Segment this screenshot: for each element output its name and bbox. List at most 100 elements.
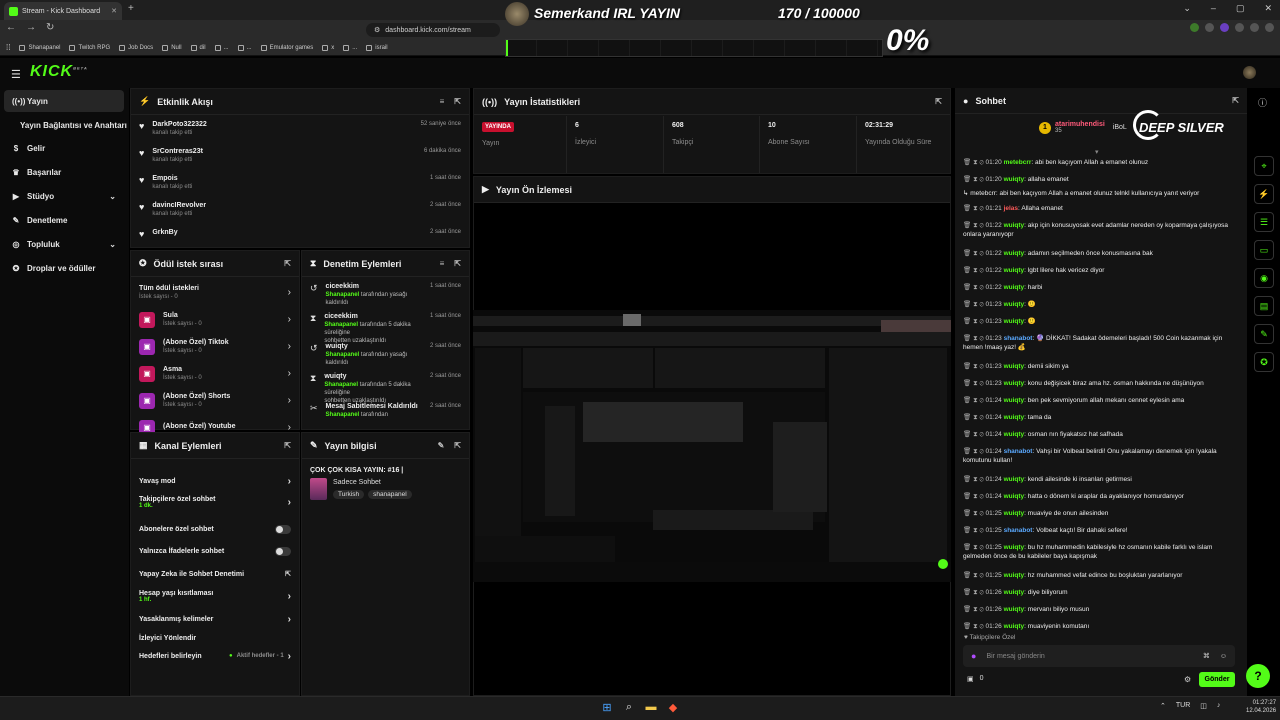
delete-icon[interactable]: 🗑 <box>963 572 973 579</box>
delete-icon[interactable]: 🗑 <box>963 159 973 166</box>
menu-icon[interactable] <box>1265 23 1274 32</box>
chat-username[interactable]: jelas <box>1004 205 1018 212</box>
close-tab-icon[interactable]: ✕ <box>111 7 117 15</box>
popout-icon[interactable]: ⇱ <box>284 259 291 268</box>
filter-icon[interactable]: ≡ <box>440 97 445 106</box>
kick-logo[interactable]: KICKBETA <box>30 63 88 81</box>
chat-username[interactable]: shanabot <box>1004 448 1033 455</box>
delete-icon[interactable]: 🗑 <box>963 205 973 212</box>
tag-chip[interactable]: shanapanel <box>368 490 412 499</box>
reward-item[interactable]: ▣ (Abone Özel) Tiktok İstek sayısı - 0 › <box>131 333 299 360</box>
chat-username[interactable]: wuiqty <box>1004 544 1025 551</box>
info-icon[interactable]: ⓘ <box>1258 96 1267 109</box>
channel-action-item[interactable]: Abonelere özel sohbet <box>131 520 299 538</box>
user-avatar[interactable] <box>1243 66 1256 79</box>
extension-icon[interactable] <box>1235 23 1244 32</box>
send-button[interactable]: Gönder <box>1199 672 1235 687</box>
reward-item[interactable]: ▣ Sula İstek sayısı - 0 › <box>131 306 299 333</box>
channel-action-item[interactable]: Hedefleri belirleyin ● Aktif hedefler - 1 › <box>131 647 299 665</box>
reward-item[interactable]: ▣ (Abone Özel) Shorts İstek sayısı - 0 › <box>131 387 299 414</box>
bookmark-item[interactable]: israil <box>366 44 388 51</box>
bookmark-item[interactable]: ... <box>237 44 252 51</box>
stream-preview-video[interactable] <box>473 310 951 582</box>
chat-username[interactable]: wuiqty <box>1004 510 1025 517</box>
new-tab-icon[interactable]: + <box>128 3 134 14</box>
delete-icon[interactable]: 🗑 <box>963 623 973 630</box>
chat-username[interactable]: wuiqty <box>1004 623 1025 630</box>
mod-action-name[interactable]: wuiqty <box>324 373 422 380</box>
chat-username[interactable]: wuiqty <box>1004 397 1025 404</box>
delete-icon[interactable]: 🗑 <box>963 318 973 325</box>
chat-username[interactable]: shanabot <box>1004 527 1033 534</box>
language-indicator[interactable]: TUR <box>1176 702 1190 710</box>
channel-action-item[interactable]: Takipçilere özel sohbet 1 dk. › <box>131 493 299 511</box>
chat-username[interactable]: wuiqty <box>1004 589 1025 596</box>
delete-icon[interactable]: 🗑 <box>963 527 973 534</box>
volume-icon[interactable]: ♪ <box>1217 702 1221 710</box>
mod-actor[interactable]: Shanapanel <box>326 412 360 418</box>
signal-icon[interactable]: ◉ <box>1254 268 1274 288</box>
reward-icon[interactable]: ✪ <box>1254 352 1274 372</box>
wrench-icon[interactable]: ✎ <box>1254 324 1274 344</box>
help-button[interactable]: ? <box>1246 664 1270 688</box>
microphone-icon[interactable]: ● <box>971 651 976 661</box>
sidebar-item-5[interactable]: ▶ Stüdyo ⌄ <box>4 185 124 207</box>
extension-icon[interactable] <box>1190 23 1199 32</box>
chat-username[interactable]: wuiqty <box>1004 606 1025 613</box>
delete-icon[interactable]: 🗑 <box>963 414 973 421</box>
command-icon[interactable]: ⌘ <box>1203 652 1210 660</box>
chat-username[interactable]: wuiqty <box>1004 267 1025 274</box>
channel-action-item[interactable]: Yalnızca İfadelerle sohbet <box>131 542 299 560</box>
channel-action-item[interactable]: Yapay Zeka ile Sohbet Denetimi ⇱ <box>131 565 299 583</box>
list-icon[interactable]: ☰ <box>1254 212 1274 232</box>
close-window-icon[interactable]: ✕ <box>1264 3 1272 14</box>
delete-icon[interactable]: 🗑 <box>963 222 973 229</box>
bookmark-item[interactable]: x <box>322 44 334 51</box>
popout-icon[interactable]: ⇱ <box>454 97 461 106</box>
site-info-icon[interactable]: ⚙ <box>374 26 380 34</box>
mod-actor[interactable]: Shanapanel <box>324 382 358 388</box>
bookmark-item[interactable]: Shanapanel <box>19 44 60 51</box>
reward-item[interactable]: ▣ Asma İstek sayısı - 0 › <box>131 360 299 387</box>
chat-username[interactable]: wuiqty <box>1004 476 1025 483</box>
search-icon[interactable]: ⌕ <box>622 700 636 714</box>
delete-icon[interactable]: 🗑 <box>963 589 973 596</box>
chat-username[interactable]: wuiqty <box>1004 493 1025 500</box>
delete-icon[interactable]: 🗑 <box>963 510 973 517</box>
browser-icon[interactable]: ◆ <box>666 700 680 714</box>
delete-icon[interactable]: 🗑 <box>963 250 973 257</box>
channel-action-item[interactable]: İzleyici Yönlendir <box>131 629 299 647</box>
chat-username[interactable]: metebcrr <box>1004 159 1032 166</box>
bookmark-item[interactable]: ... <box>214 44 229 51</box>
toggle-switch[interactable] <box>275 524 291 534</box>
all-rewards-row[interactable]: Tüm ödül istekleri İstek sayısı - 0 › <box>131 279 299 306</box>
activity-user[interactable]: GrknBy <box>152 229 177 236</box>
mod-action-name[interactable]: ciceekkim <box>324 313 422 320</box>
chat-username[interactable]: shanabot <box>1004 335 1033 342</box>
delete-icon[interactable]: 🗑 <box>963 176 973 183</box>
reload-icon[interactable]: ↻ <box>46 22 54 33</box>
extension-icon[interactable] <box>1250 23 1259 32</box>
edit-icon[interactable]: ✎ <box>438 441 445 450</box>
delete-icon[interactable]: 🗑 <box>963 544 973 551</box>
activity-user[interactable]: davincIRevolver <box>152 202 206 209</box>
extension-icon[interactable] <box>1205 23 1214 32</box>
chat-username[interactable]: wuiqty <box>1004 380 1025 387</box>
popout-icon[interactable]: ⇱ <box>284 441 291 450</box>
mod-action-name[interactable]: Mesaj Sabitlemesi Kaldırıldı <box>326 403 418 410</box>
chat-username[interactable]: wuiqty <box>1004 318 1025 325</box>
target-icon[interactable]: ⌖ <box>1254 156 1274 176</box>
chat-settings-icon[interactable]: ⚙ <box>1184 675 1191 684</box>
sidebar-item-8[interactable]: ✪ Droplar ve ödüller <box>4 257 124 279</box>
chat-username[interactable]: wuiqty <box>1004 431 1025 438</box>
chat-username[interactable]: wuiqty <box>1004 301 1025 308</box>
minimize-icon[interactable]: – <box>1211 3 1216 14</box>
bookmark-item[interactable]: Null <box>162 44 182 51</box>
mod-action-name[interactable]: ciceekkim <box>326 283 422 290</box>
mod-actor[interactable]: Shanapanel <box>324 322 358 328</box>
mod-action-name[interactable]: wuiqty <box>326 343 422 350</box>
filter-icon[interactable]: ≡ <box>440 259 445 268</box>
extension-icon[interactable] <box>1220 23 1229 32</box>
apps-icon[interactable]: ⁞⁞ <box>6 43 10 52</box>
bookmark-item[interactable]: Emulator games <box>260 44 313 51</box>
